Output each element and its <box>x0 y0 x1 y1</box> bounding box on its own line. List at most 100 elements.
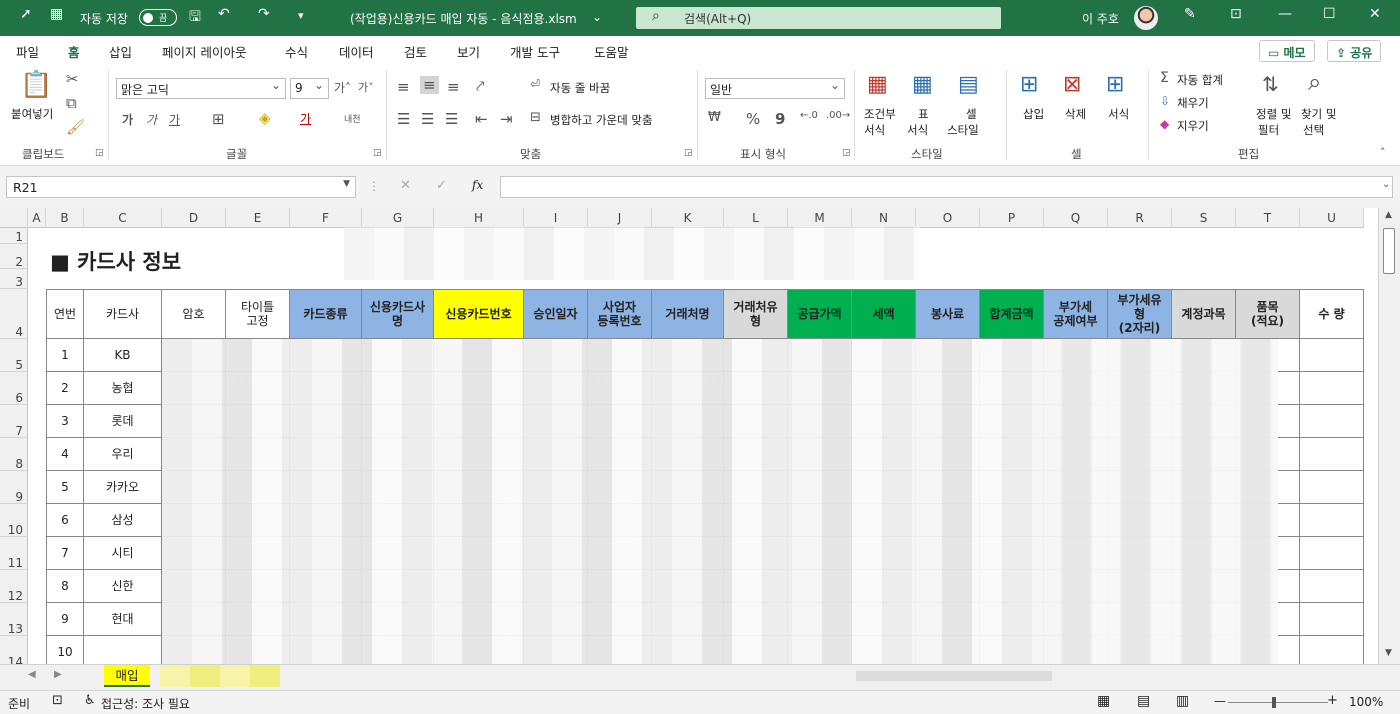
card-company-cell[interactable]: KB <box>84 339 162 372</box>
insert-cells-icon[interactable]: ⊞ <box>1020 72 1038 97</box>
column-header[interactable]: B <box>46 208 84 228</box>
row-number-cell[interactable]: 1 <box>46 339 84 372</box>
tab-data[interactable]: 데이터 <box>339 42 374 61</box>
zoom-slider[interactable] <box>1228 702 1328 703</box>
scroll-down-icon[interactable]: ▼ <box>1385 648 1392 658</box>
row-header[interactable]: 10 <box>0 504 28 537</box>
cut-icon[interactable]: ✂ <box>66 70 79 88</box>
row-number-cell[interactable]: 9 <box>46 603 84 636</box>
formula-input[interactable] <box>500 176 1393 198</box>
column-header[interactable]: E <box>226 208 290 228</box>
font-color-button[interactable]: 가 <box>300 110 311 127</box>
format-cells-icon[interactable]: ⊞ <box>1106 72 1124 97</box>
card-company-cell[interactable]: 현대 <box>84 603 162 636</box>
maximize-icon[interactable]: ☐ <box>1323 6 1336 22</box>
tab-insert[interactable]: 삽입 <box>109 42 132 61</box>
align-bottom-icon[interactable]: ≡ <box>447 78 460 96</box>
column-header[interactable]: H <box>434 208 524 228</box>
table-cell[interactable] <box>1300 372 1364 405</box>
card-company-cell[interactable]: 삼성 <box>84 504 162 537</box>
column-header[interactable]: T <box>1236 208 1300 228</box>
underline-button[interactable]: 가 <box>169 111 180 128</box>
tab-review[interactable]: 검토 <box>404 42 427 61</box>
fill-color-icon[interactable]: ◈ <box>259 109 271 127</box>
row-header[interactable]: 5 <box>0 339 28 372</box>
row-header[interactable]: 14 <box>0 636 28 664</box>
column-header[interactable]: A <box>28 208 46 228</box>
eraser-icon[interactable]: ◆ <box>1160 117 1169 131</box>
cell-styles-icon[interactable]: ▤ <box>958 72 979 97</box>
chevron-down-icon[interactable]: ⌄ <box>592 10 602 24</box>
row-number-cell[interactable]: 3 <box>46 405 84 438</box>
row-number-cell[interactable]: 2 <box>46 372 84 405</box>
paste-icon[interactable]: 📋 <box>20 70 52 100</box>
orientation-icon[interactable]: ⤤ <box>476 77 484 95</box>
card-company-cell[interactable] <box>84 636 162 664</box>
sort-filter-icon[interactable]: ⇅ <box>1262 72 1279 96</box>
column-header[interactable]: N <box>852 208 916 228</box>
autosum-button[interactable]: 자동 합계 <box>1177 72 1223 88</box>
cursor-icon[interactable]: ➚ <box>20 6 32 22</box>
share-button[interactable]: ⇪ 공유 <box>1327 40 1382 62</box>
table-cell[interactable] <box>1300 603 1364 636</box>
ribbon-display-icon[interactable]: ⊡ <box>1230 6 1242 22</box>
row-header[interactable]: 13 <box>0 603 28 636</box>
table-header-cell[interactable]: 공급가액 <box>788 289 852 339</box>
delete-cells-button[interactable]: 삭제 <box>1065 106 1086 122</box>
cell-styles-button[interactable]: 셀 <box>966 106 977 122</box>
search-input[interactable]: ⌕ 검색(Alt+Q) <box>636 7 1001 29</box>
table-header-cell[interactable]: 신용카드사 명 <box>362 289 434 339</box>
card-company-cell[interactable]: 시티 <box>84 537 162 570</box>
zoom-out-icon[interactable]: — <box>1214 694 1226 708</box>
font-size-combo[interactable]: 9 <box>290 78 329 99</box>
border-icon[interactable]: ⊞ <box>212 110 225 128</box>
decrease-indent-icon[interactable]: ⇤ <box>475 110 488 128</box>
table-header-cell[interactable]: 봉사료 <box>916 289 980 339</box>
merge-center-button[interactable]: 병합하고 가운데 맞춤 <box>550 112 653 128</box>
expand-formula-icon[interactable]: ⌄ <box>1382 179 1390 190</box>
format-as-table-button[interactable]: 표 <box>918 106 929 122</box>
table-header-cell[interactable]: 타이틀 고정 <box>226 289 290 339</box>
zoom-in-icon[interactable]: + <box>1327 693 1338 708</box>
scroll-thumb[interactable] <box>1383 228 1395 274</box>
tab-home[interactable]: 홈 <box>66 42 81 66</box>
copy-icon[interactable]: ⧉ <box>66 94 77 112</box>
phonetic-button[interactable]: 내천 <box>344 112 361 125</box>
column-header[interactable]: M <box>788 208 852 228</box>
normal-view-icon[interactable]: ▦ <box>1097 693 1110 709</box>
next-sheet-icon[interactable]: ▶ <box>54 669 62 680</box>
card-company-cell[interactable]: 농협 <box>84 372 162 405</box>
comma-button[interactable]: 9 <box>775 110 785 128</box>
insert-cells-button[interactable]: 삽입 <box>1023 106 1044 122</box>
number-format-combo[interactable]: 일반 <box>705 78 845 99</box>
insert-function-button[interactable]: fx <box>472 178 483 192</box>
collapse-ribbon-icon[interactable]: ˄ <box>1380 146 1386 159</box>
column-header[interactable]: L <box>724 208 788 228</box>
table-cell[interactable] <box>1300 405 1364 438</box>
fill-button[interactable]: 채우기 <box>1177 95 1209 111</box>
bold-button[interactable]: 가 <box>122 111 133 128</box>
horizontal-scrollbar[interactable] <box>856 671 1052 681</box>
avatar[interactable] <box>1134 6 1158 30</box>
row-header[interactable]: 3 <box>0 269 28 289</box>
row-header[interactable]: 8 <box>0 438 28 471</box>
table-header-cell[interactable]: 수 량 <box>1300 289 1364 339</box>
vertical-scrollbar[interactable]: ▲ ▼ <box>1378 208 1400 664</box>
memo-button[interactable]: ▭ 메모 <box>1259 40 1315 62</box>
column-header[interactable]: P <box>980 208 1044 228</box>
card-company-cell[interactable]: 우리 <box>84 438 162 471</box>
align-left-icon[interactable]: ☰ <box>397 110 410 128</box>
row-number-cell[interactable]: 10 <box>46 636 84 664</box>
page-layout-view-icon[interactable]: ▤ <box>1137 693 1150 709</box>
table-header-cell[interactable]: 계정과목 <box>1172 289 1236 339</box>
row-number-cell[interactable]: 7 <box>46 537 84 570</box>
delete-cells-icon[interactable]: ⊠ <box>1063 72 1081 97</box>
card-company-cell[interactable]: 카카오 <box>84 471 162 504</box>
select-all-corner[interactable] <box>0 208 28 228</box>
user-name[interactable]: 이 주호 <box>1082 10 1119 27</box>
row-header[interactable]: 4 <box>0 289 28 339</box>
column-header[interactable]: O <box>916 208 980 228</box>
prev-sheet-icon[interactable]: ◀ <box>28 669 36 680</box>
increase-font-icon[interactable]: 가˄ <box>334 79 351 96</box>
table-header-cell[interactable]: 부가세 공제여부 <box>1044 289 1108 339</box>
